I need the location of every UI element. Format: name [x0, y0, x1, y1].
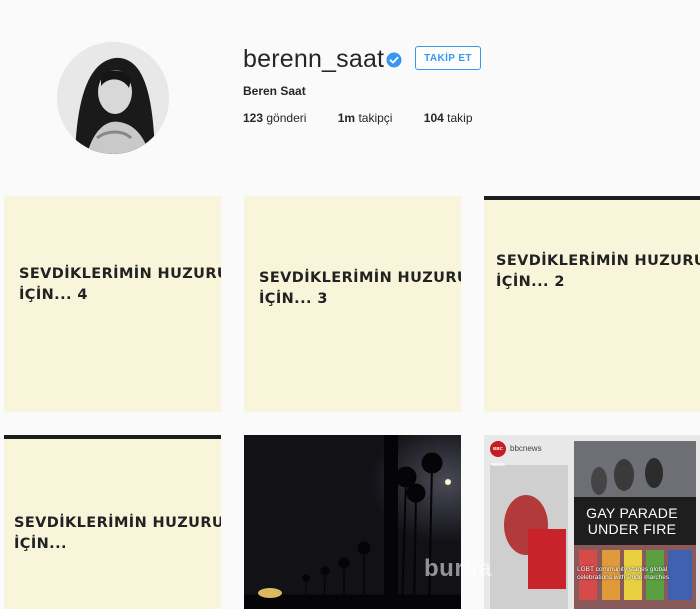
post-tile[interactable]: SEVDİKLERİMİN HUZURU İÇİN... [4, 435, 221, 609]
news-headline-line: GAY PARADE [586, 505, 678, 521]
post-tile[interactable]: SEVDİKLERİMİN HUZURU İÇİN... 3 [244, 196, 461, 412]
news-source-name: bbcnews [510, 444, 542, 454]
profile-username: berenn_saat [243, 45, 385, 73]
post-caption-line: İÇİN... 4 [19, 287, 88, 303]
post-caption: SEVDİKLERİMİN HUZURU İÇİN... 4 [19, 264, 221, 306]
profile-stats: 123 gönderi 1m takipçi 104 takip [243, 111, 501, 125]
post-caption: SEVDİKLERİMİN HUZURU İÇİN... [14, 513, 221, 555]
stat-following-label: takip [447, 111, 473, 125]
stat-followers[interactable]: 1m takipçi [338, 111, 393, 125]
stat-followers-count: 1m [337, 111, 356, 125]
post-caption-line: SEVDİKLERİMİN HUZURU [496, 253, 700, 269]
stat-following[interactable]: 104 takip [424, 111, 473, 125]
news-source: BBC NEWS bbcnews [490, 441, 542, 467]
stat-posts-label: gönderi [266, 111, 307, 125]
post-caption-line: SEVDİKLERİMİN HUZURU [14, 515, 221, 531]
news-subhead: LGBT community stages global celebration… [577, 566, 670, 581]
news-headline: GAY PARADE UNDER FIRE [570, 505, 694, 537]
tile-top-border [484, 196, 700, 200]
post-caption: SEVDİKLERİMİN HUZURU İÇİN... 2 [496, 251, 700, 293]
news-headline-line: UNDER FIRE [587, 521, 677, 537]
watermark-logo: bursa [424, 555, 492, 582]
bbc-news-logo-icon: BBC NEWS [490, 441, 506, 467]
verified-badge-icon [386, 52, 402, 68]
stat-followers-label: takipçi [358, 111, 393, 125]
post-tile[interactable]: SEVDİKLERİMİN HUZURU İÇİN... 2 [484, 196, 700, 412]
post-caption: SEVDİKLERİMİN HUZURU İÇİN... 3 [259, 268, 461, 310]
profile-full-name: Beren Saat [243, 84, 306, 98]
post-tile[interactable]: SEVDİKLERİMİN HUZURU İÇİN... 4 [4, 196, 221, 412]
profile-avatar[interactable] [57, 42, 169, 154]
post-caption-line: İÇİN... 3 [259, 291, 328, 307]
post-caption-line: SEVDİKLERİMİN HUZURU [259, 270, 461, 286]
stat-following-count: 104 [423, 111, 444, 125]
tile-top-border [4, 435, 221, 439]
stat-posts-count: 123 [243, 111, 264, 125]
post-caption-line: SEVDİKLERİMİN HUZURU [19, 266, 221, 282]
post-caption-line: İÇİN... 2 [496, 274, 565, 290]
follow-button[interactable]: TAKİP ET [415, 46, 481, 70]
post-tile[interactable]: BBC NEWS bbcnews GAY PARADE UNDER FIRE LG… [484, 435, 700, 609]
post-caption-line: İÇİN... [14, 536, 67, 552]
stat-posts: 123 gönderi [243, 111, 306, 125]
